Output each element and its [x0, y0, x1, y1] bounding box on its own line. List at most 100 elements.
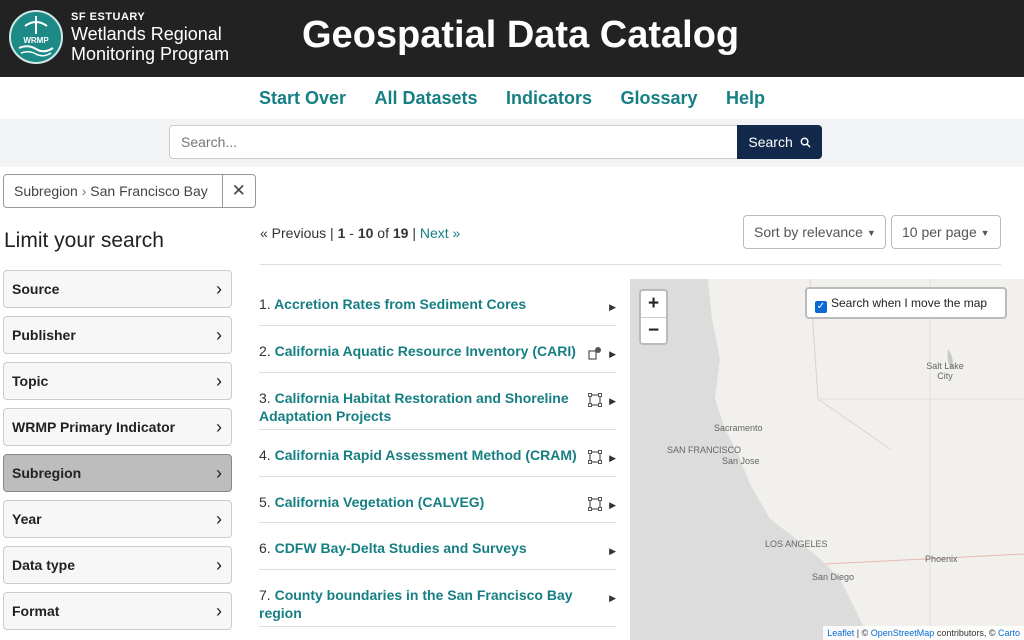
map-label-salt-lake-city: Salt Lake City [926, 361, 964, 381]
page-start: 1 [337, 225, 346, 241]
constraint-label: Subregion › San Francisco Bay [4, 175, 223, 207]
results-map[interactable]: Salt Lake City Sacramento SAN FRANCISCO … [630, 279, 1024, 640]
result-number: 5. [259, 494, 271, 510]
caret-down-icon: ▼ [980, 228, 990, 238]
result-title-link[interactable]: California Rapid Assessment Method (CRAM… [275, 447, 577, 463]
caret-right-icon[interactable]: ▶ [609, 593, 616, 604]
zoom-out-button[interactable]: − [641, 318, 666, 344]
search-icon [800, 137, 811, 148]
facet-topic[interactable]: Topic › [3, 362, 232, 400]
result-title-link[interactable]: California Habitat Restoration and Shore… [259, 390, 569, 424]
search-input[interactable] [169, 125, 738, 159]
map-label-phoenix: Phoenix [925, 554, 958, 564]
chevron-right-icon: › [216, 279, 222, 299]
sort-label: Sort by relevance [754, 224, 863, 240]
nav-help[interactable]: Help [726, 88, 765, 109]
nav-start-over[interactable]: Start Over [259, 88, 346, 109]
result-number: 6. [259, 540, 271, 556]
chevron-right-icon: › [81, 183, 91, 199]
remove-constraint-button[interactable]: ✕ [223, 175, 255, 207]
per-page-dropdown[interactable]: 10 per page ▼ [891, 215, 1001, 249]
main-nav: Start Over All Datasets Indicators Gloss… [0, 77, 1024, 119]
facet-label: Year [12, 511, 42, 527]
logo-text[interactable]: SF ESTUARY Wetlands Regional Monitoring … [71, 10, 229, 64]
logo-line-1: Wetlands Regional [71, 24, 222, 44]
sort-dropdown[interactable]: Sort by relevance ▼ [743, 215, 886, 249]
facet-label: Source [12, 281, 60, 297]
facet-publisher[interactable]: Publisher › [3, 316, 232, 354]
facet-subregion[interactable]: Subregion › [3, 454, 232, 492]
result-number: 3. [259, 390, 271, 406]
search-bar: Search [0, 119, 1024, 167]
map-label-san-jose: San Jose [722, 456, 760, 466]
map-attribution: Leaflet | © OpenStreetMap contributors, … [823, 626, 1024, 640]
results-divider [260, 264, 1001, 265]
chevron-right-icon: › [216, 555, 222, 575]
facet-data-type[interactable]: Data type › [3, 546, 232, 584]
facet-wrmp-primary-indicator[interactable]: WRMP Primary Indicator › [3, 408, 232, 446]
result-title-link[interactable]: County boundaries in the San Francisco B… [259, 587, 573, 621]
polygon-icon [588, 497, 602, 511]
logo-line-2: Monitoring Program [71, 44, 230, 64]
search-button[interactable]: Search [737, 125, 822, 159]
nav-glossary[interactable]: Glossary [620, 88, 697, 109]
chevron-right-icon: › [216, 417, 222, 437]
logo-small-text: SF ESTUARY [71, 11, 146, 23]
caret-down-icon: ▼ [866, 228, 876, 238]
search-button-label: Search [748, 134, 793, 150]
wrmp-logo[interactable]: WRMP [9, 10, 63, 64]
search-on-move-checkbox[interactable]: ✓ [815, 301, 827, 313]
per-page-label: 10 per page [902, 224, 977, 240]
chevron-right-icon: › [216, 509, 222, 529]
facet-label: Publisher [12, 327, 76, 343]
chevron-right-icon: › [216, 601, 222, 621]
result-title-link[interactable]: California Aquatic Resource Inventory (C… [275, 343, 576, 359]
attribution-contrib: contributors, © [936, 628, 996, 638]
result-title-link[interactable]: California Vegetation (CALVEG) [275, 494, 485, 510]
nav-indicators[interactable]: Indicators [506, 88, 592, 109]
result-title-link[interactable]: Accretion Rates from Sediment Cores [274, 296, 526, 312]
result-title-link[interactable]: CDFW Bay-Delta Studies and Surveys [275, 540, 527, 556]
result-item: 5. California Vegetation (CALVEG) ▶ [259, 477, 616, 523]
search-on-move-label: Search when I move the map [831, 296, 988, 310]
carto-link[interactable]: Carto [998, 628, 1020, 638]
page-total: 19 [392, 225, 409, 241]
facet-label: Subregion [12, 465, 82, 481]
chevron-right-icon: › [216, 371, 222, 391]
map-basemap [630, 279, 1024, 640]
facet-source[interactable]: Source › [3, 270, 232, 308]
result-number: 1. [259, 296, 271, 312]
caret-right-icon[interactable]: ▶ [609, 500, 616, 511]
logo-abbrev: WRMP [23, 36, 49, 45]
caret-right-icon[interactable]: ▶ [609, 302, 616, 313]
next-page-link[interactable]: Next » [420, 225, 460, 241]
active-constraint: Subregion › San Francisco Bay ✕ [3, 174, 256, 208]
nav-all-datasets[interactable]: All Datasets [375, 88, 478, 109]
polygon-icon [588, 393, 602, 407]
search-on-move-control[interactable]: ✓ Search when I move the map [805, 287, 1007, 319]
map-label-san-francisco: SAN FRANCISCO [667, 445, 742, 455]
point-polygon-icon [588, 347, 601, 360]
caret-right-icon[interactable]: ▶ [609, 396, 616, 407]
site-header: WRMP SF ESTUARY Wetlands Regional Monito… [0, 0, 1024, 77]
zoom-in-button[interactable]: + [641, 291, 666, 317]
facet-year[interactable]: Year › [3, 500, 232, 538]
leaflet-link[interactable]: Leaflet [827, 628, 854, 638]
result-item: 1. Accretion Rates from Sediment Cores ▶ [259, 279, 616, 326]
caret-right-icon[interactable]: ▶ [609, 546, 616, 557]
sidebar-title: Limit your search [4, 229, 164, 252]
caret-right-icon[interactable]: ▶ [609, 453, 616, 464]
site-title: Geospatial Data Catalog [302, 14, 740, 56]
caret-right-icon[interactable]: ▶ [609, 349, 616, 360]
facet-label: WRMP Primary Indicator [12, 419, 176, 435]
result-number: 4. [259, 447, 271, 463]
result-item: 4. California Rapid Assessment Method (C… [259, 430, 616, 477]
map-label-sacramento: Sacramento [714, 423, 763, 433]
result-item: 3. California Habitat Restoration and Sh… [259, 373, 616, 430]
facet-format[interactable]: Format › [3, 592, 232, 630]
result-number: 2. [259, 343, 271, 359]
chevron-right-icon: › [216, 325, 222, 345]
facet-label: Data type [12, 557, 76, 573]
polygon-icon [588, 450, 602, 464]
osm-link[interactable]: OpenStreetMap [871, 628, 935, 638]
